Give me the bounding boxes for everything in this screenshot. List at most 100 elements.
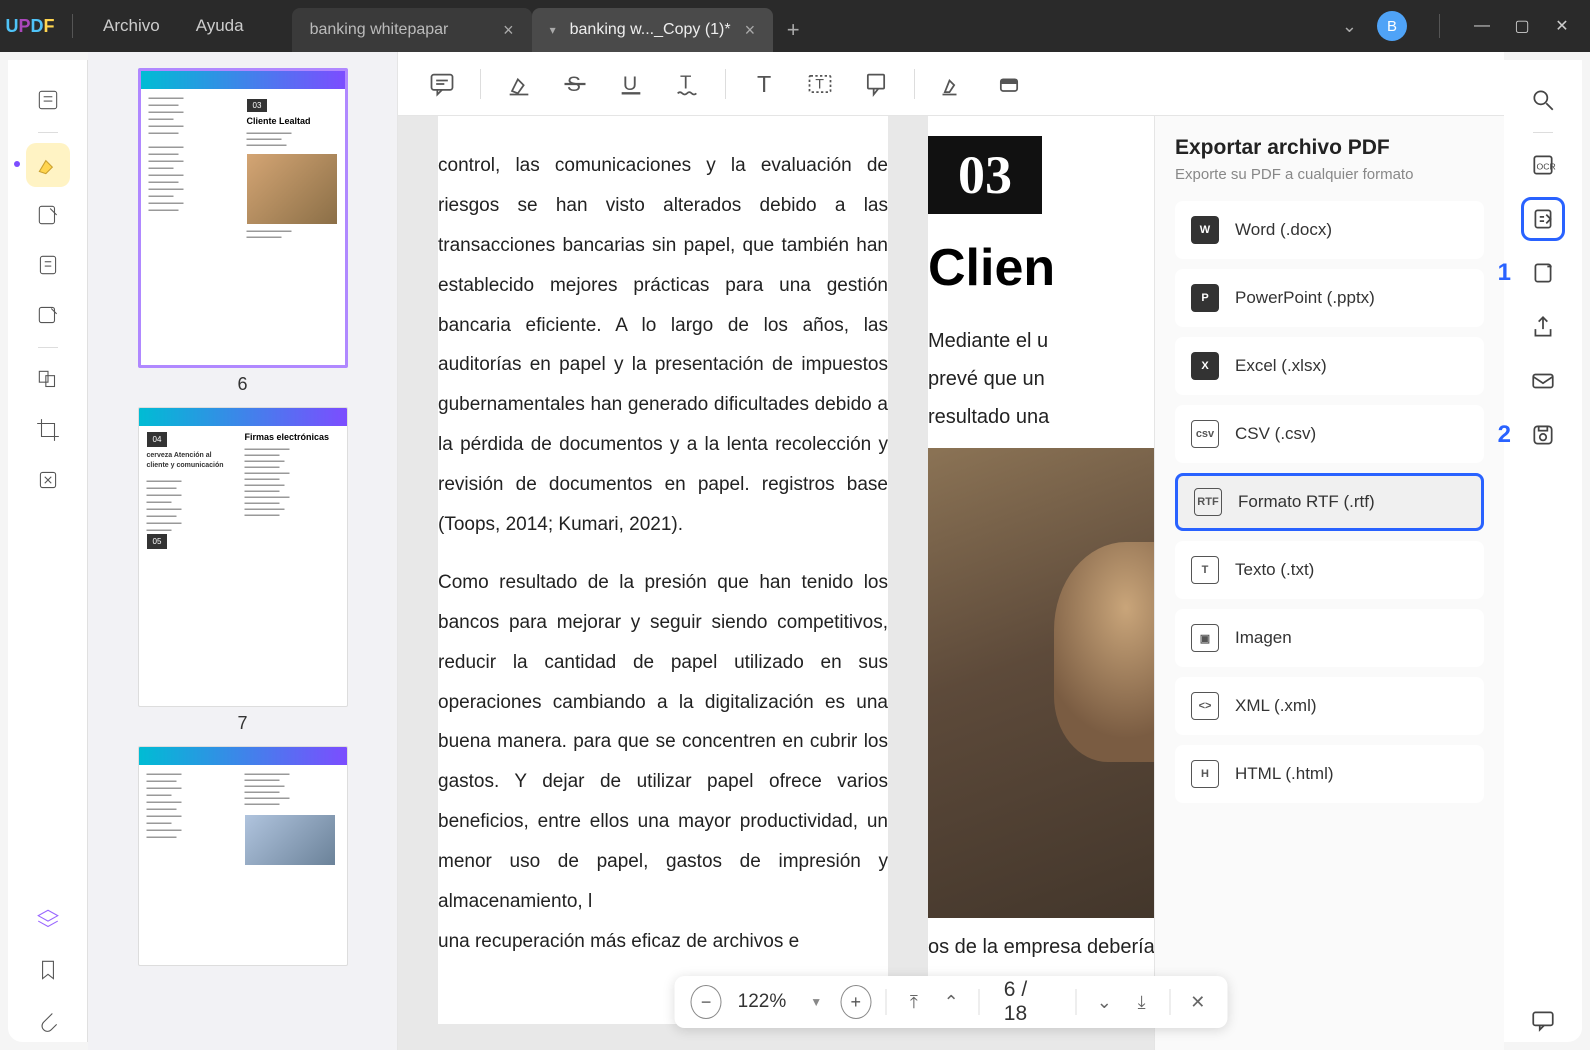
page-badge: 04 (147, 432, 168, 447)
export-item-label: Word (.docx) (1235, 220, 1332, 240)
page-section-subtitle: cerveza Atención al cliente y comunicaci… (147, 451, 235, 471)
crop-tool[interactable] (26, 408, 70, 452)
tab-banking-copy[interactable]: ▾ banking w..._Copy (1)* × (532, 8, 774, 52)
tab-strip: banking whitepapar × ▾ banking w..._Copy… (292, 0, 814, 52)
organize-tool[interactable] (26, 358, 70, 402)
chat-icon[interactable] (1521, 998, 1565, 1042)
export-csv[interactable]: csvCSV (.csv) (1175, 405, 1484, 463)
close-icon[interactable]: × (503, 20, 514, 41)
layers-icon[interactable] (26, 898, 70, 942)
export-powerpoint[interactable]: PPowerPoint (.pptx) (1175, 269, 1484, 327)
app-logo: UPDF (0, 16, 60, 37)
export-icon[interactable] (1521, 197, 1565, 241)
export-xml[interactable]: <>XML (.xml) (1175, 677, 1484, 735)
form-tool[interactable] (26, 293, 70, 337)
strikethrough-tool[interactable]: S (551, 60, 599, 108)
close-zoombar-button[interactable]: ✕ (1184, 992, 1211, 1013)
underline-tool[interactable]: U (607, 60, 655, 108)
reader-tool[interactable] (26, 78, 70, 122)
callout-tool[interactable] (852, 60, 900, 108)
tab-banking-whitepaper[interactable]: banking whitepapar × (292, 8, 532, 52)
page-badge: 03 (247, 99, 268, 112)
highlight-tool[interactable] (26, 143, 70, 187)
page-section-title: Cliente Lealtad (247, 116, 341, 126)
bookmark-icon[interactable] (26, 948, 70, 992)
minimize-button[interactable]: — (1472, 17, 1492, 35)
body-paragraph: Como resultado de la presión que han ten… (438, 563, 888, 922)
text-tool[interactable]: T (740, 60, 788, 108)
chevron-down-icon[interactable]: ⌄ (1342, 16, 1357, 37)
document-icon: ▾ (550, 23, 556, 37)
page-indicator[interactable]: 6 / 18 (994, 978, 1062, 1026)
export-excel[interactable]: XExcel (.xlsx) (1175, 337, 1484, 395)
export-html[interactable]: HHTML (.html) (1175, 745, 1484, 803)
callout-number: 2 (1498, 421, 1511, 449)
thumbnail-page-6[interactable]: ▬▬▬▬▬▬▬▬▬▬▬▬▬▬▬▬▬▬▬▬▬▬▬▬▬▬▬▬▬▬▬▬▬▬▬▬▬▬▬▬… (104, 68, 381, 395)
thumbnail-page-8[interactable]: ▬▬▬▬▬▬▬▬▬▬▬▬▬▬▬▬▬▬▬▬▬▬▬▬▬▬▬▬▬▬▬▬▬▬▬▬▬▬▬▬… (104, 746, 381, 966)
svg-text:OCR: OCR (1537, 161, 1556, 171)
export-title: Exportar archivo PDF (1175, 136, 1484, 160)
avatar[interactable]: B (1377, 11, 1407, 41)
content-area: S U T T T control, las comunicaciones y … (398, 52, 1504, 1050)
edit-tool[interactable] (26, 193, 70, 237)
thumbnail-number: 7 (104, 713, 381, 734)
next-page-button[interactable]: ⌄ (1091, 992, 1118, 1013)
export-text[interactable]: TTexto (.txt) (1175, 541, 1484, 599)
export-subtitle: Exporte su PDF a cualquier formato (1175, 166, 1484, 183)
export-item-label: XML (.xml) (1235, 696, 1317, 716)
textbox-tool[interactable]: T (796, 60, 844, 108)
zoom-out-button[interactable]: − (691, 985, 722, 1019)
svg-text:T: T (680, 71, 691, 92)
section-badge: 03 (928, 136, 1042, 214)
eraser-tool[interactable] (985, 60, 1033, 108)
maximize-button[interactable]: ▢ (1512, 16, 1532, 36)
export-item-label: CSV (.csv) (1235, 424, 1316, 444)
svg-text:T: T (815, 75, 824, 91)
svg-text:U: U (623, 72, 637, 94)
thumbnail-page-7[interactable]: 04 cerveza Atención al cliente y comunic… (104, 407, 381, 734)
menu-ayuda[interactable]: Ayuda (178, 16, 262, 36)
callout-number: 1 (1498, 259, 1511, 287)
share-icon[interactable] (1521, 305, 1565, 349)
close-button[interactable]: ✕ (1552, 16, 1572, 36)
squiggly-tool[interactable]: T (663, 60, 711, 108)
page-section-title: Firmas electrónicas (245, 432, 339, 442)
export-image[interactable]: ▣Imagen (1175, 609, 1484, 667)
svg-text:T: T (757, 71, 771, 97)
save-icon[interactable]: 2 (1521, 413, 1565, 457)
page-badge: 05 (147, 534, 168, 549)
compress-tool[interactable] (26, 458, 70, 502)
thumbnail-number: 6 (104, 374, 381, 395)
body-paragraph: una recuperación más eficaz de archivos … (438, 922, 888, 962)
export-panel: Exportar archivo PDF Exporte su PDF a cu… (1154, 116, 1504, 1050)
ocr-icon[interactable]: OCR (1521, 143, 1565, 187)
flatten-icon[interactable]: 1 (1521, 251, 1565, 295)
zoom-dropdown[interactable]: ▼ (802, 995, 830, 1009)
export-word[interactable]: WWord (.docx) (1175, 201, 1484, 259)
page-column-left: control, las comunicaciones y la evaluac… (438, 116, 888, 1024)
close-icon[interactable]: × (745, 20, 756, 41)
zoom-bar: − 122% ▼ + ⤒ ⌃ 6 / 18 ⌄ ⤓ ✕ (675, 976, 1228, 1028)
pencil-tool[interactable] (929, 60, 977, 108)
export-item-label: Imagen (1235, 628, 1292, 648)
search-icon[interactable] (1521, 78, 1565, 122)
export-item-label: Texto (.txt) (1235, 560, 1314, 580)
email-icon[interactable] (1521, 359, 1565, 403)
prev-page-button[interactable]: ⌃ (938, 992, 965, 1013)
body-paragraph: control, las comunicaciones y la evaluac… (438, 146, 888, 545)
page-tool[interactable] (26, 243, 70, 287)
highlighter-tool[interactable] (495, 60, 543, 108)
menu-archivo[interactable]: Archivo (85, 16, 178, 36)
export-item-label: PowerPoint (.pptx) (1235, 288, 1375, 308)
add-tab-button[interactable]: + (773, 8, 813, 52)
right-sidebar: OCR 1 2 (1504, 60, 1582, 1042)
export-rtf[interactable]: RTFFormato RTF (.rtf) (1175, 473, 1484, 531)
comment-tool[interactable] (418, 60, 466, 108)
left-sidebar (8, 60, 88, 1042)
zoom-in-button[interactable]: + (840, 985, 871, 1019)
annotation-toolbar: S U T T T (398, 52, 1504, 116)
last-page-button[interactable]: ⤓ (1128, 992, 1155, 1013)
thumbnail-panel: ▬▬▬▬▬▬▬▬▬▬▬▬▬▬▬▬▬▬▬▬▬▬▬▬▬▬▬▬▬▬▬▬▬▬▬▬▬▬▬▬… (88, 52, 398, 1050)
first-page-button[interactable]: ⤒ (900, 992, 927, 1013)
attachment-icon[interactable] (26, 998, 70, 1042)
